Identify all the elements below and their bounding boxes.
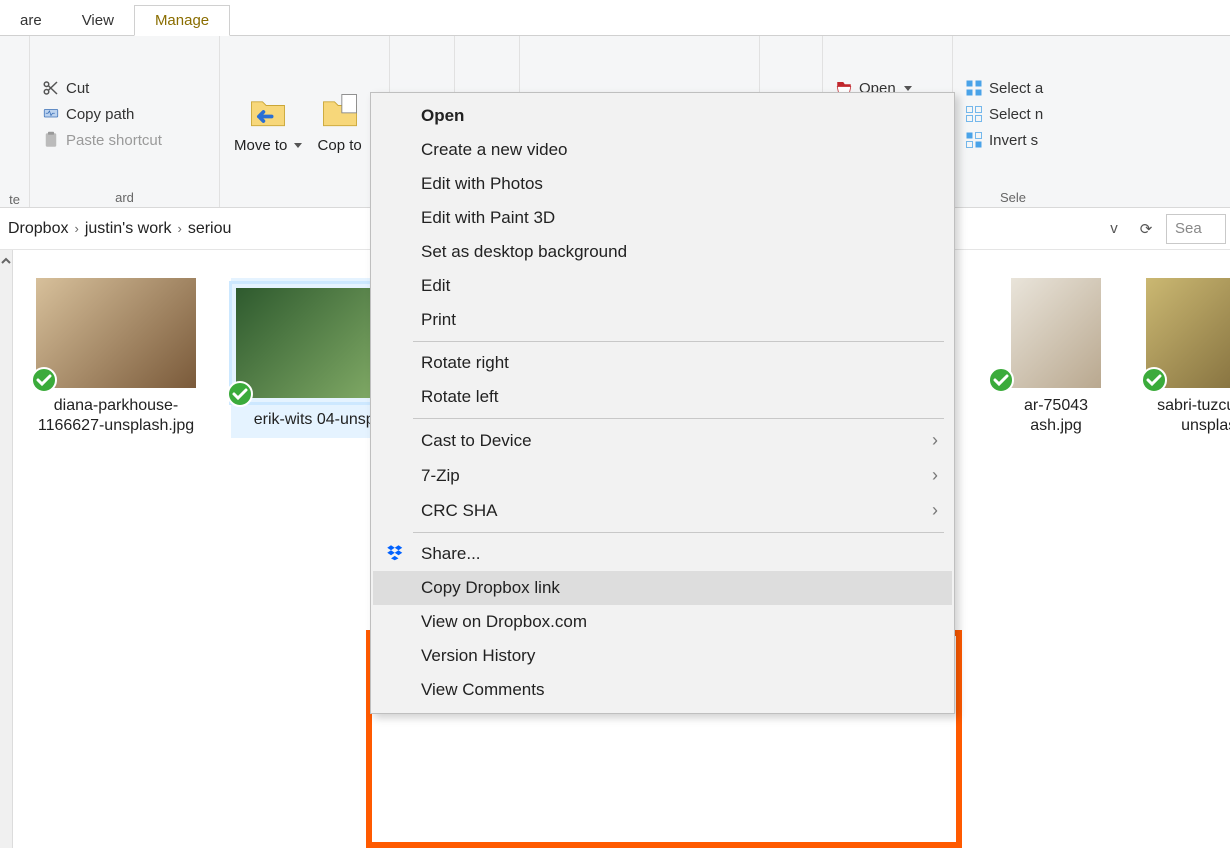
ctx-crc-sha[interactable]: CRC SHA›	[373, 493, 952, 528]
breadcrumb-item[interactable]: justin's work	[85, 220, 172, 238]
refresh-button[interactable]: ⟳	[1134, 217, 1158, 241]
file-thumbnail	[1011, 278, 1101, 388]
file-thumbnail	[36, 278, 196, 388]
context-menu: Open Create a new video Edit with Photos…	[370, 92, 955, 714]
ctx-edit-photos[interactable]: Edit with Photos	[373, 167, 952, 201]
paste-shortcut-label: Paste shortcut	[66, 132, 162, 149]
ctx-set-background[interactable]: Set as desktop background	[373, 235, 952, 269]
ctx-view-comments[interactable]: View Comments	[373, 673, 952, 707]
move-to-label: Move to	[234, 137, 287, 154]
copy-to-label: Cop to	[318, 137, 362, 154]
chevron-right-icon: ›	[932, 465, 938, 486]
breadcrumb-item[interactable]: seriou	[188, 220, 232, 238]
move-to-button[interactable]: Move to	[228, 42, 308, 201]
paste-shortcut-icon	[42, 131, 60, 149]
scroll-up-icon[interactable]	[0, 250, 12, 272]
file-name: ar-75043 ash.jpg	[1001, 396, 1111, 436]
ctx-copy-dropbox-link[interactable]: Copy Dropbox link	[373, 571, 952, 605]
ctx-rotate-right[interactable]: Rotate right	[373, 346, 952, 380]
paste-shortcut-button[interactable]: Paste shortcut	[38, 129, 166, 151]
dropbox-icon	[385, 543, 407, 565]
ctx-cast-to-device[interactable]: Cast to Device›	[373, 423, 952, 458]
ctx-edit[interactable]: Edit	[373, 269, 952, 303]
file-name: erik-wits 04-unspl	[254, 410, 378, 430]
ribbon-caption-organize	[228, 201, 381, 205]
cut-label: Cut	[66, 80, 89, 97]
invert-selection-button[interactable]: Invert s	[961, 129, 1047, 151]
search-input[interactable]: Sea	[1166, 214, 1226, 244]
ctx-rotate-left[interactable]: Rotate left	[373, 380, 952, 414]
copy-path-label: Copy path	[66, 106, 134, 123]
invert-selection-icon	[965, 131, 983, 149]
chevron-down-icon	[294, 143, 302, 148]
ctx-create-video[interactable]: Create a new video	[373, 133, 952, 167]
ctx-view-on-dropbox[interactable]: View on Dropbox.com	[373, 605, 952, 639]
chevron-down-icon	[904, 86, 912, 91]
window-tabs: are View Manage	[0, 0, 1230, 36]
file-item[interactable]: ar-75043 ash.jpg	[1001, 278, 1111, 436]
scissors-icon	[42, 79, 60, 97]
chevron-right-icon: ›	[932, 430, 938, 451]
vertical-scrollbar[interactable]	[0, 250, 13, 848]
sync-ok-icon	[226, 380, 254, 408]
file-item[interactable]: sabri-tuzcu-213 60-unsplash.jpg	[1141, 278, 1230, 436]
cut-button[interactable]: Cut	[38, 77, 166, 99]
file-name: sabri-tuzcu-213 60-unsplash.jpg	[1141, 396, 1230, 436]
ribbon-caption-select: Sele	[961, 186, 1065, 205]
move-to-icon	[246, 89, 290, 133]
sync-ok-icon	[1140, 366, 1168, 394]
copy-path-button[interactable]: Copy path	[38, 103, 166, 125]
copy-to-icon	[318, 89, 362, 133]
invert-selection-label: Invert s	[989, 132, 1038, 149]
breadcrumb-sep: ›	[74, 221, 78, 236]
address-dropdown[interactable]: v	[1102, 217, 1126, 241]
ctx-edit-paint3d[interactable]: Edit with Paint 3D	[373, 201, 952, 235]
sync-ok-icon	[30, 366, 58, 394]
ctx-open[interactable]: Open	[373, 99, 952, 133]
sync-ok-icon	[987, 366, 1015, 394]
breadcrumb-item[interactable]: Dropbox	[8, 220, 68, 238]
breadcrumb-sep: ›	[177, 221, 181, 236]
tab-manage[interactable]: Manage	[134, 5, 230, 36]
ctx-separator	[413, 418, 944, 419]
ctx-share[interactable]: Share...	[373, 537, 952, 571]
select-none-button[interactable]: Select n	[961, 103, 1047, 125]
file-name: diana-parkhouse-1166627-unsplash.jpg	[31, 396, 201, 436]
tab-view[interactable]: View	[62, 6, 134, 35]
ctx-separator	[413, 532, 944, 533]
ribbon-caption-te: te	[2, 188, 27, 207]
copy-path-icon	[42, 105, 60, 123]
ctx-separator	[413, 341, 944, 342]
search-placeholder: Sea	[1175, 220, 1202, 237]
select-all-icon	[965, 79, 983, 97]
ribbon-caption-clipboard: ard	[38, 186, 211, 205]
ctx-7zip[interactable]: 7-Zip›	[373, 458, 952, 493]
copy-to-button[interactable]: Cop to	[312, 42, 368, 201]
select-all-button[interactable]: Select a	[961, 77, 1047, 99]
file-item[interactable]: diana-parkhouse-1166627-unsplash.jpg	[31, 278, 201, 436]
ctx-version-history[interactable]: Version History	[373, 639, 952, 673]
select-none-label: Select n	[989, 106, 1043, 123]
select-all-label: Select a	[989, 80, 1043, 97]
chevron-right-icon: ›	[932, 500, 938, 521]
tab-share[interactable]: are	[0, 6, 62, 35]
select-none-icon	[965, 105, 983, 123]
ctx-print[interactable]: Print	[373, 303, 952, 337]
